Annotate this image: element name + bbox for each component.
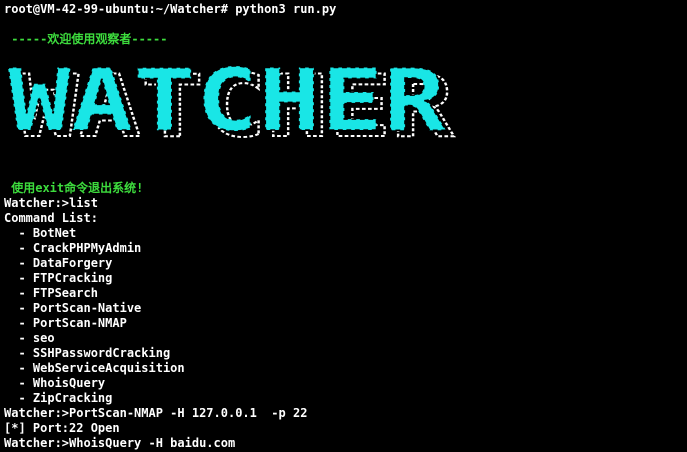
command-item: - FTPSearch <box>4 286 98 300</box>
shell-prompt-line: root@VM-42-99-ubuntu:~/Watcher# python3 … <box>4 2 337 16</box>
portscan-command: Watcher:>PortScan-NMAP -H 127.0.0.1 -p 2… <box>4 406 308 420</box>
command-item: - PortScan-NMAP <box>4 316 127 330</box>
exit-hint: 使用exit命令退出系统! <box>4 181 144 195</box>
banner-main-text: WATCHER <box>8 60 446 151</box>
terminal-window[interactable]: root@VM-42-99-ubuntu:~/Watcher# python3 … <box>0 0 687 452</box>
command-item: - FTPCracking <box>4 271 113 285</box>
command-item: - WhoisQuery <box>4 376 106 390</box>
list-command: Watcher:>list <box>4 196 98 210</box>
welcome-message: -----欢迎使用观察者----- <box>4 32 168 46</box>
command-item: - SSHPasswordCracking <box>4 346 171 360</box>
watcher-ascii-banner: WATCHER WATCHER <box>7 60 455 152</box>
whois-command: Watcher:>WhoisQuery -H baidu.com <box>4 436 236 450</box>
command-item: - ZipCracking <box>4 391 113 405</box>
command-item: - PortScan-Native <box>4 301 142 315</box>
command-item: - seo <box>4 331 55 345</box>
command-item: - DataForgery <box>4 256 113 270</box>
command-item: - WebServiceAcquisition <box>4 361 185 375</box>
command-list-header: Command List: <box>4 211 98 225</box>
portscan-result: [*] Port:22 Open <box>4 421 120 435</box>
command-item: - BotNet <box>4 226 77 240</box>
command-item: - CrackPHPMyAdmin <box>4 241 142 255</box>
